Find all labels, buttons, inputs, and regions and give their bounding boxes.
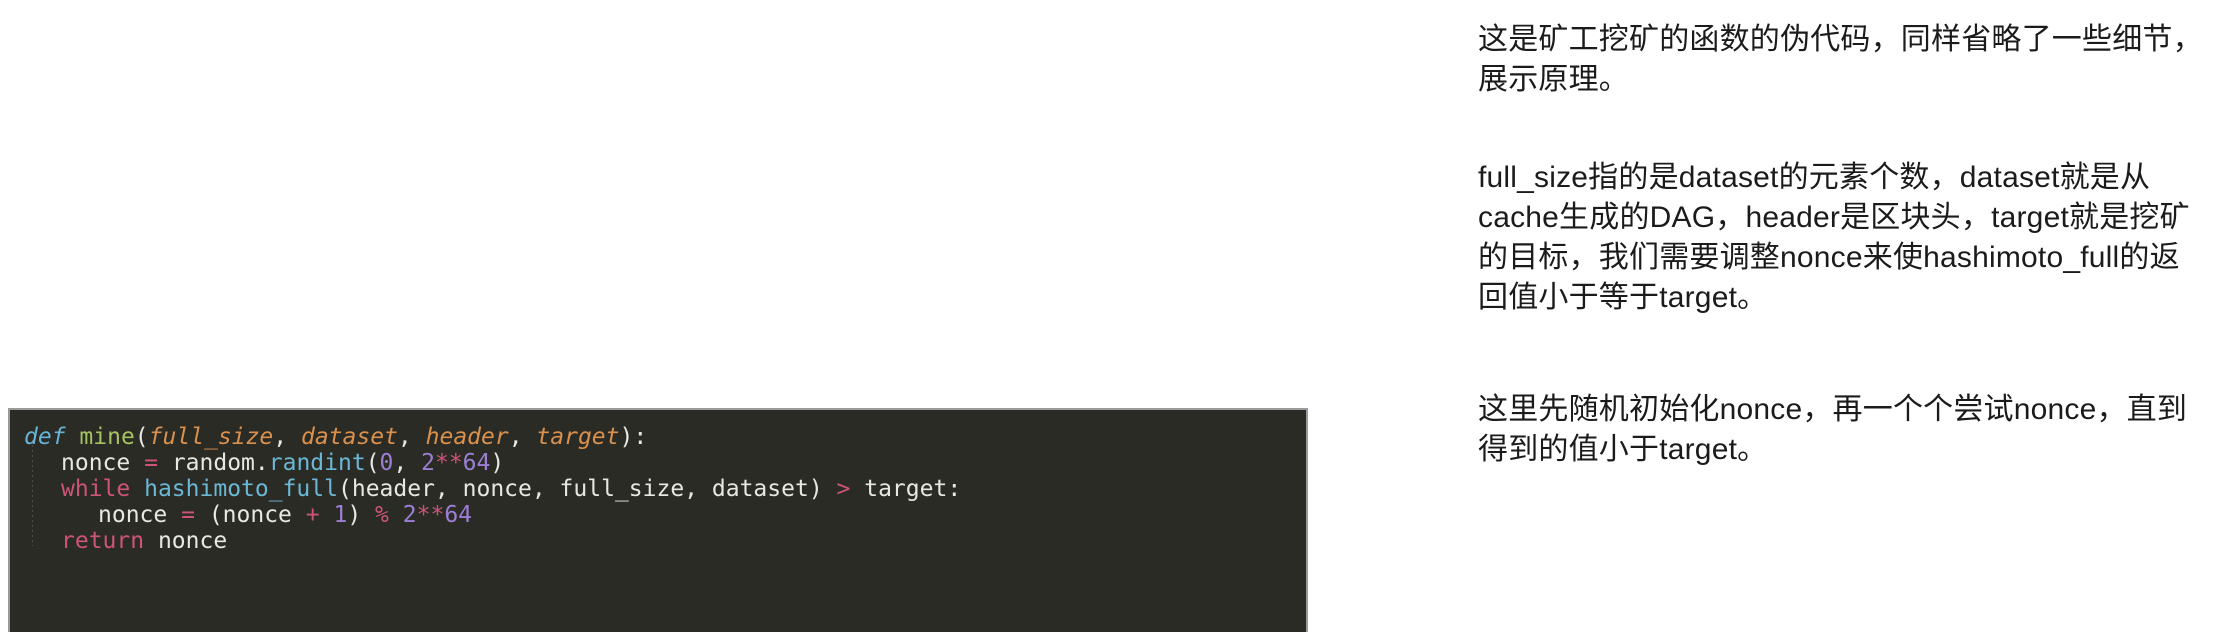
code-token: random.	[157, 450, 269, 476]
code-token: +	[305, 502, 320, 528]
code-token: header	[425, 424, 509, 450]
code-token: nonce	[98, 502, 168, 528]
code-token: ,	[393, 450, 422, 476]
code-token: **	[416, 502, 445, 528]
explanation-panel: 这是矿工挖矿的函数的伪代码，同样省略了一些细节，展示原理。 full_size指…	[1478, 0, 2204, 632]
code-token: ,	[508, 424, 537, 450]
code-token: return	[61, 528, 145, 554]
code-snippet-content: def mine(full_size, dataset, header, tar…	[10, 410, 1306, 554]
code-token: (	[337, 476, 352, 502]
code-line: nonce = random.randint(0, 2**64)	[10, 450, 1306, 476]
code-snippet-block: def mine(full_size, dataset, header, tar…	[8, 408, 1308, 632]
code-token: nonce	[61, 450, 131, 476]
code-line: def mine(full_size, dataset, header, tar…	[10, 424, 1306, 450]
code-token: )	[490, 450, 505, 476]
code-token: 2	[402, 502, 417, 528]
code-token: )	[347, 502, 376, 528]
code-token: (nonce	[194, 502, 306, 528]
code-token: 1	[333, 502, 348, 528]
code-token: (	[365, 450, 380, 476]
code-token: ,	[397, 424, 426, 450]
code-token: >	[836, 476, 851, 502]
code-token: 2	[421, 450, 435, 476]
code-token: =	[144, 450, 158, 476]
explanation-paragraph-2: full_size指的是dataset的元素个数，dataset就是从cache…	[1478, 161, 2190, 314]
code-token: target	[536, 424, 620, 450]
code-token: header, nonce, full_size, dataset	[351, 476, 809, 502]
code-token: dataset	[300, 424, 398, 450]
code-token: 0	[379, 450, 394, 476]
code-token: )	[808, 476, 823, 502]
code-token: mine	[79, 424, 135, 450]
code-token: 64	[444, 502, 473, 528]
code-token: %	[375, 502, 389, 528]
indent-guide-level-1	[32, 440, 33, 546]
code-line: while hashimoto_full(header, nonce, full…	[10, 476, 1306, 502]
code-line: return nonce	[10, 528, 1306, 554]
code-line: nonce = (nonce + 1) % 2**64	[10, 502, 1306, 528]
code-token: randint	[268, 450, 366, 476]
code-token: hashimoto_full	[144, 476, 338, 502]
code-token: ,	[273, 424, 301, 450]
code-token: def	[24, 424, 66, 450]
code-token: target:	[850, 476, 962, 502]
code-token: full_size	[148, 424, 274, 450]
code-token: **	[434, 450, 463, 476]
code-panel: def mine(full_size, dataset, header, tar…	[0, 0, 1320, 632]
explanation-paragraph-3: 这里先随机初始化nonce，再一个个尝试nonce，直到得到的值小于target…	[1478, 393, 2188, 466]
code-token: while	[61, 476, 131, 502]
code-token: nonce	[144, 528, 228, 554]
code-token: =	[181, 502, 195, 528]
code-token: ):	[619, 424, 648, 450]
code-token: (	[134, 424, 149, 450]
code-token: 64	[462, 450, 491, 476]
code-line-list: def mine(full_size, dataset, header, tar…	[10, 424, 1306, 554]
explanation-paragraph-1: 这是矿工挖矿的函数的伪代码，同样省略了一些细节，展示原理。	[1478, 23, 2203, 96]
